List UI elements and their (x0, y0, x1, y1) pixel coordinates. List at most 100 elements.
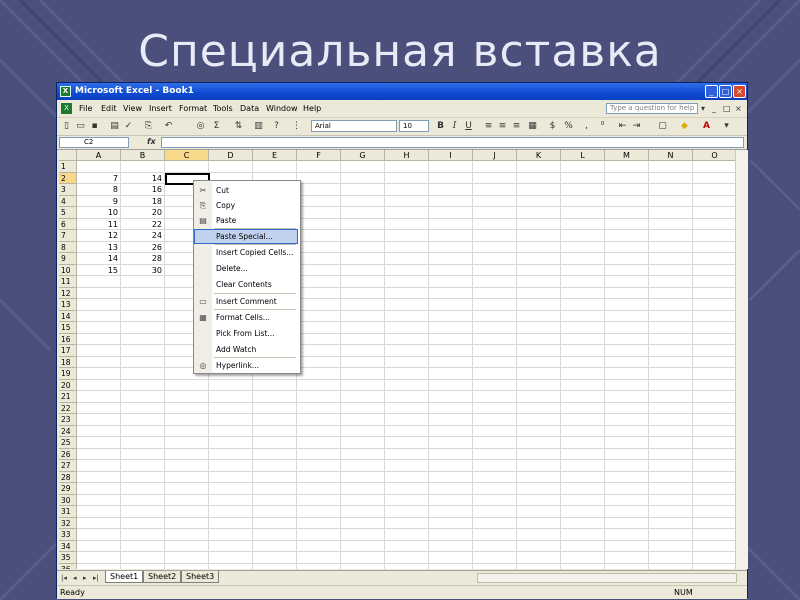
cell-a6[interactable]: 11 (77, 219, 121, 230)
context-menu-pick-from-list[interactable]: Pick From List... (194, 326, 298, 341)
cell-a8[interactable]: 13 (77, 242, 121, 253)
column-header-a[interactable]: A (77, 150, 121, 161)
row-header-12[interactable]: 12 (59, 287, 77, 299)
row-header-11[interactable]: 11 (59, 276, 77, 288)
column-header-g[interactable]: G (341, 150, 385, 161)
cell-b10[interactable]: 30 (121, 265, 165, 276)
row-header-9[interactable]: 9 (59, 253, 77, 265)
menu-format[interactable]: Format (179, 104, 207, 113)
title-bar[interactable]: X Microsoft Excel - Book1 _ □ × (57, 83, 747, 100)
row-header-15[interactable]: 15 (59, 322, 77, 334)
currency-icon[interactable]: $ (547, 121, 558, 132)
context-menu-paste-special[interactable]: Paste Special... (194, 229, 298, 244)
row-header-35[interactable]: 35 (59, 552, 77, 564)
align-center-icon[interactable]: ≡ (497, 121, 508, 132)
next-sheet-icon[interactable]: ▸ (83, 574, 87, 582)
font-name-select[interactable]: Arial (311, 120, 397, 132)
context-menu-hyperlink[interactable]: ◎ Hyperlink... (194, 358, 298, 373)
row-header-31[interactable]: 31 (59, 506, 77, 518)
font-color-icon[interactable]: A (701, 121, 712, 132)
menu-help[interactable]: Help (303, 104, 321, 113)
save-icon[interactable]: ▪ (89, 121, 100, 132)
row-header-4[interactable]: 4 (59, 195, 77, 207)
print-icon[interactable]: ▤ (109, 121, 120, 132)
vertical-scrollbar[interactable] (735, 150, 748, 569)
help-dropdown-icon[interactable]: ▾ (701, 104, 705, 113)
cell-b2[interactable]: 14 (121, 173, 165, 184)
row-header-21[interactable]: 21 (59, 391, 77, 403)
row-header-22[interactable]: 22 (59, 402, 77, 414)
autosum-icon[interactable]: Σ (211, 121, 222, 132)
percent-button[interactable]: % (563, 121, 574, 132)
chart-wizard-icon[interactable]: ▥ (253, 121, 264, 132)
context-menu-insert-copied-cells[interactable]: Insert Copied Cells... (194, 245, 298, 260)
column-header-b[interactable]: B (121, 150, 165, 161)
column-header-m[interactable]: M (605, 150, 649, 161)
row-header-26[interactable]: 26 (59, 448, 77, 460)
row-header-19[interactable]: 19 (59, 368, 77, 380)
comma-style-icon[interactable]: , (581, 121, 592, 132)
cell-b6[interactable]: 22 (121, 219, 165, 230)
cell-b7[interactable]: 24 (121, 230, 165, 241)
row-header-28[interactable]: 28 (59, 471, 77, 483)
cell-a3[interactable]: 8 (77, 184, 121, 195)
row-header-36[interactable]: 36 (59, 563, 77, 569)
column-header-e[interactable]: E (253, 150, 297, 161)
workbook-close-button[interactable]: × (735, 104, 742, 113)
help-icon[interactable]: ? (271, 121, 282, 132)
toolbar-options-icon[interactable]: ⋮ (291, 121, 302, 132)
menu-file[interactable]: File (79, 104, 92, 113)
context-menu-add-watch[interactable]: Add Watch (194, 342, 298, 357)
align-right-icon[interactable]: ≡ (511, 121, 522, 132)
fill-color-icon[interactable]: ◆ (679, 121, 690, 132)
name-box[interactable]: C2 (59, 137, 129, 148)
help-search-input[interactable]: Type a question for help (606, 103, 698, 114)
row-header-32[interactable]: 32 (59, 517, 77, 529)
font-size-select[interactable]: 10 (399, 120, 429, 132)
column-header-l[interactable]: L (561, 150, 605, 161)
cell-b8[interactable]: 26 (121, 242, 165, 253)
sort-icon[interactable]: ⇅ (233, 121, 244, 132)
row-header-1[interactable]: 1 (59, 161, 77, 173)
last-sheet-icon[interactable]: ▸| (93, 574, 99, 582)
menu-tools[interactable]: Tools (213, 104, 233, 113)
decrease-indent-icon[interactable]: ⇤ (617, 121, 628, 132)
row-header-20[interactable]: 20 (59, 379, 77, 391)
sheet-tab-1[interactable]: Sheet1 (105, 571, 144, 583)
context-menu-insert-comment[interactable]: ▭ Insert Comment (194, 294, 298, 309)
borders-icon[interactable]: ▢ (657, 121, 668, 132)
formula-input[interactable] (161, 137, 744, 148)
select-all-corner[interactable] (59, 150, 77, 161)
row-header-29[interactable]: 29 (59, 483, 77, 495)
menu-window[interactable]: Window (266, 104, 298, 113)
context-menu-format-cells[interactable]: ▦ Format Cells... (194, 310, 298, 325)
row-header-23[interactable]: 23 (59, 414, 77, 426)
cell-a10[interactable]: 15 (77, 265, 121, 276)
merge-center-icon[interactable]: ▦ (527, 121, 538, 132)
workbook-icon[interactable]: X (61, 103, 72, 114)
undo-icon[interactable]: ↶ (163, 121, 174, 132)
row-header-18[interactable]: 18 (59, 356, 77, 368)
prev-sheet-icon[interactable]: ◂ (73, 574, 77, 582)
cell-b5[interactable]: 20 (121, 207, 165, 218)
cell-a5[interactable]: 10 (77, 207, 121, 218)
align-left-icon[interactable]: ≡ (483, 121, 494, 132)
workbook-minimize-button[interactable]: _ (712, 104, 716, 113)
menu-data[interactable]: Data (240, 104, 259, 113)
context-menu-delete[interactable]: Delete... (194, 261, 298, 276)
column-header-n[interactable]: N (649, 150, 693, 161)
insert-function-icon[interactable]: fx (147, 137, 156, 146)
cell-b3[interactable]: 16 (121, 184, 165, 195)
row-header-13[interactable]: 13 (59, 299, 77, 311)
cell-a2[interactable]: 7 (77, 173, 121, 184)
menu-insert[interactable]: Insert (149, 104, 172, 113)
row-header-33[interactable]: 33 (59, 529, 77, 541)
column-header-i[interactable]: I (429, 150, 473, 161)
open-icon[interactable]: ▭ (75, 121, 86, 132)
row-header-14[interactable]: 14 (59, 310, 77, 322)
first-sheet-icon[interactable]: |◂ (61, 574, 67, 582)
row-header-6[interactable]: 6 (59, 218, 77, 230)
context-menu-clear-contents[interactable]: Clear Contents (194, 277, 298, 292)
context-menu-cut[interactable]: ✂ Cut (194, 183, 298, 198)
menu-edit[interactable]: Edit (101, 104, 117, 113)
